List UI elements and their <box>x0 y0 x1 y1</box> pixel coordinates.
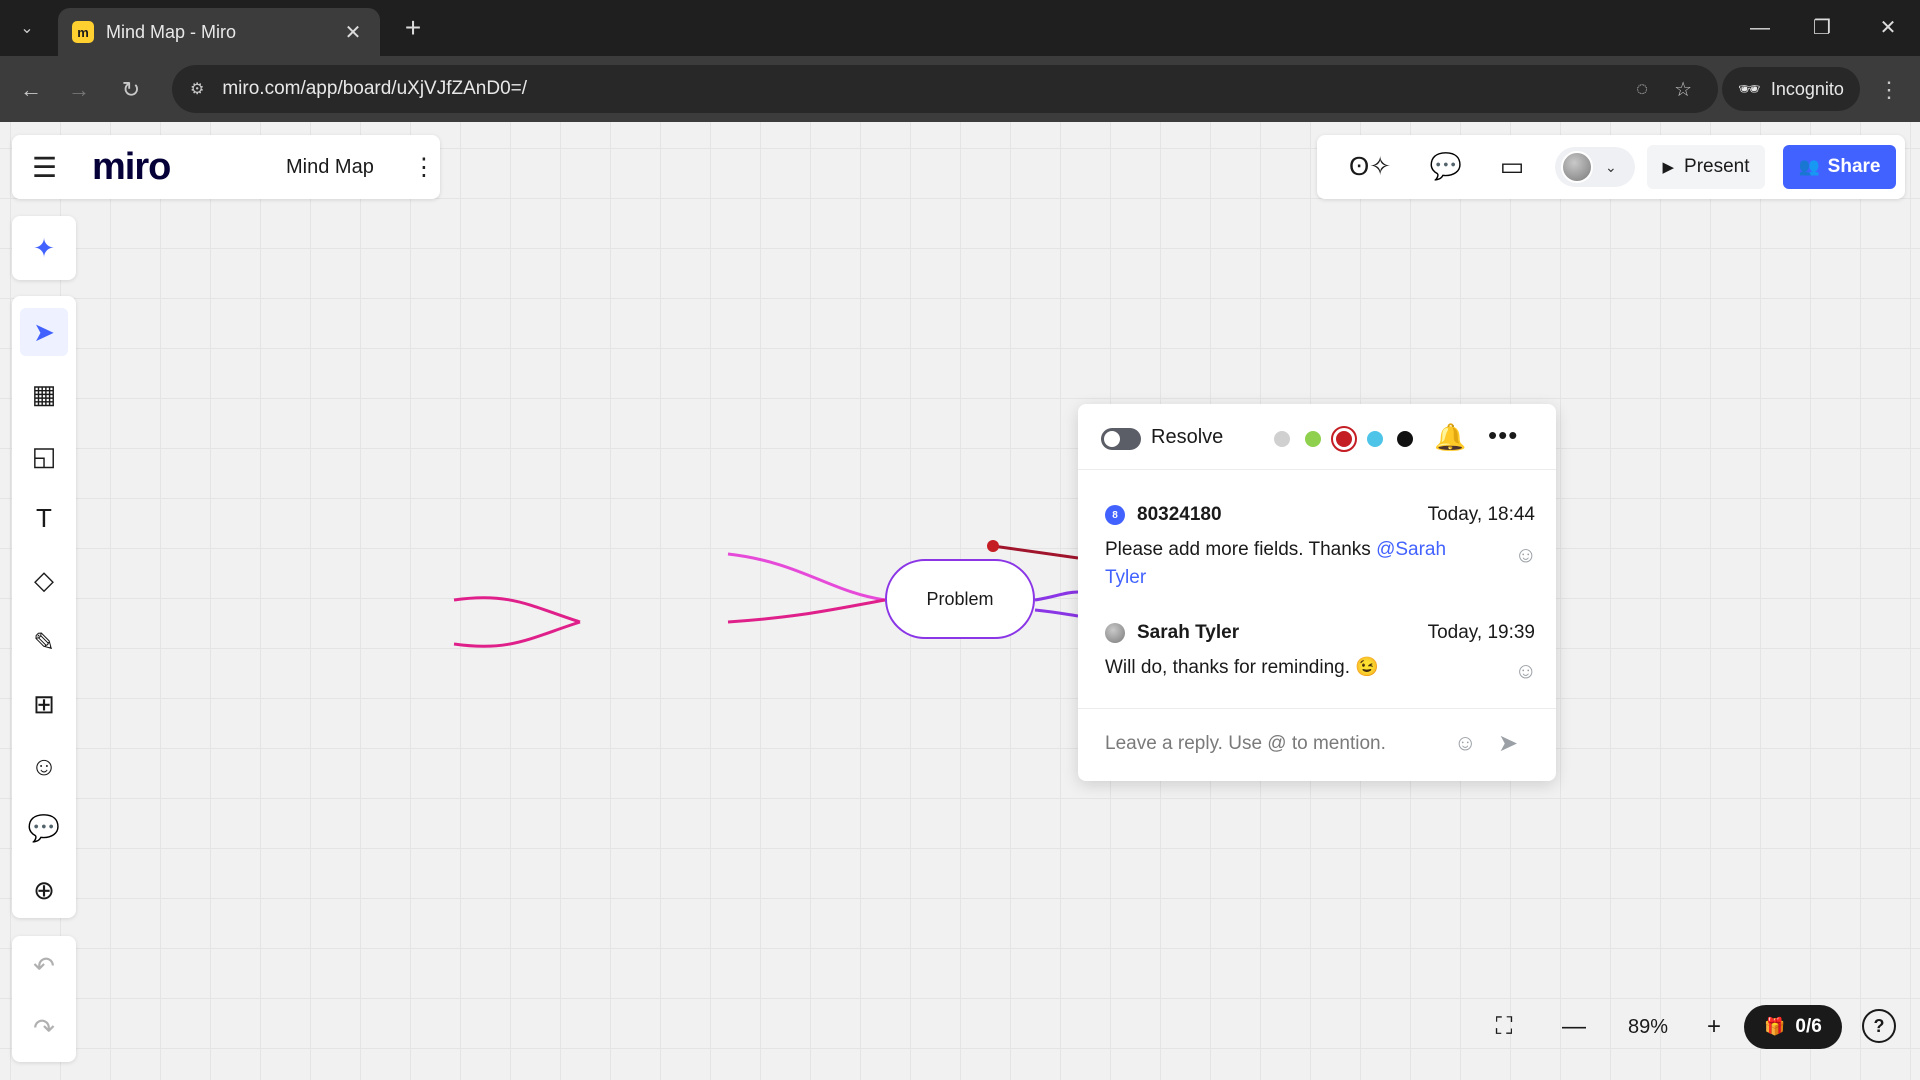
present-button[interactable]: ▶ Present <box>1647 145 1765 189</box>
chevron-down-icon: ⌄ <box>1605 158 1617 175</box>
main-menu-icon[interactable]: ☰ <box>32 151 82 184</box>
incognito-icon: 🕶 <box>1738 78 1761 99</box>
present-label: Present <box>1684 156 1750 177</box>
reply-input[interactable]: Leave a reply. Use @ to mention. <box>1105 733 1386 755</box>
comment-thread-panel: Resolve 🔔 ••• 8 80324180 Today, 18:44 Pl… <box>1078 404 1556 781</box>
miro-favicon-icon: m <box>72 21 94 43</box>
zoom-level[interactable]: 89% <box>1612 1007 1684 1047</box>
shapes-icon[interactable]: ◇ <box>20 556 68 604</box>
board-name[interactable]: Mind Map <box>286 156 374 179</box>
gift-icon: 🎁 <box>1764 1017 1786 1036</box>
comment-header: Resolve 🔔 ••• <box>1078 404 1556 470</box>
incognito-badge[interactable]: 🕶 Incognito <box>1722 67 1860 111</box>
eye-off-icon[interactable]: ◌ <box>1636 78 1648 101</box>
color-swatch-black[interactable] <box>1397 431 1413 447</box>
zoom-controls: ⛶ — 89% + 🎁 0/6 ? <box>1474 997 1904 1065</box>
back-icon[interactable]: ← <box>14 73 48 107</box>
reactions-icon[interactable]: ʘ✧ <box>1339 151 1401 183</box>
gift-counter-button[interactable]: 🎁 0/6 <box>1744 1005 1842 1049</box>
share-label: Share <box>1827 156 1881 177</box>
bookmark-star-icon[interactable]: ☆ <box>1674 77 1692 102</box>
share-people-icon: 👥 <box>1798 157 1820 176</box>
board-options-icon[interactable]: ⋮ <box>412 153 436 182</box>
stickers-icon[interactable]: ☺ <box>20 742 68 790</box>
color-swatch-red[interactable] <box>1331 426 1357 452</box>
tab-title: Mind Map - Miro <box>106 21 237 42</box>
comment-message: 8 80324180 Today, 18:44 Please add more … <box>1105 504 1537 592</box>
left-toolbar: ➤ ▦ ◱ T ◇ ✎ ⊞ ☺ 💬 ⊕ <box>12 296 76 918</box>
restore-icon[interactable]: ❐ <box>1802 12 1842 44</box>
comment-author: 80324180 <box>1137 504 1222 525</box>
comment-author: Sarah Tyler <box>1137 622 1240 643</box>
minimize-icon[interactable]: — <box>1740 12 1780 44</box>
board-header: ☰ miro Mind Map ⋮ <box>12 135 440 199</box>
sticky-note-icon[interactable]: ◱ <box>20 432 68 480</box>
bell-icon[interactable]: 🔔 <box>1434 422 1466 453</box>
resolve-label: Resolve <box>1151 426 1224 448</box>
zoom-out-icon[interactable]: — <box>1554 1007 1594 1047</box>
add-reaction-icon[interactable]: ☺ <box>1515 658 1537 684</box>
avatar <box>1561 151 1593 183</box>
text-tool-icon[interactable]: T <box>20 494 68 542</box>
browser-address-bar: ← → ↻ ⚙ miro.com/app/board/uXjVJfZAnD0=/… <box>0 56 1920 122</box>
comment-text-body: Please add more fields. Thanks <box>1105 539 1377 560</box>
mindmap-node-problem[interactable]: Problem <box>885 559 1035 639</box>
collaborators-menu[interactable]: ⌄ <box>1555 147 1635 187</box>
undo-redo-panel: ↶ ↷ <box>12 936 76 1062</box>
avatar: 8 <box>1105 505 1125 525</box>
url-text: miro.com/app/board/uXjVJfZAnD0=/ <box>222 78 528 99</box>
more-options-icon[interactable]: ••• <box>1488 420 1518 451</box>
url-field[interactable]: ⚙ miro.com/app/board/uXjVJfZAnD0=/ ◌ ☆ <box>172 65 1718 113</box>
new-tab-icon[interactable]: + <box>396 12 430 44</box>
play-icon: ▶ <box>1662 159 1675 176</box>
help-icon[interactable]: ? <box>1862 1009 1896 1043</box>
fit-to-screen-icon[interactable]: ⛶ <box>1484 1007 1524 1047</box>
ai-sparkle-icon[interactable]: ✦ <box>12 216 76 280</box>
redo-icon[interactable]: ↷ <box>20 1004 68 1052</box>
color-swatch-green[interactable] <box>1305 431 1321 447</box>
color-swatch-cyan[interactable] <box>1367 431 1383 447</box>
comment-message: Sarah Tyler Today, 19:39 Will do, thanks… <box>1105 622 1537 684</box>
frame-icon[interactable]: ⊞ <box>20 680 68 728</box>
reply-box[interactable]: Leave a reply. Use @ to mention. ☺ ➤ <box>1078 708 1556 781</box>
counter-value: 0/6 <box>1795 1016 1822 1037</box>
site-settings-icon[interactable]: ⚙ <box>190 79 204 99</box>
video-call-icon[interactable]: ▭ <box>1495 151 1529 183</box>
tab-list-chevron-icon[interactable]: ⌄ <box>8 10 46 46</box>
add-reaction-icon[interactable]: ☺ <box>1515 542 1537 568</box>
more-apps-icon[interactable]: ⊕ <box>20 866 68 914</box>
comment-text: Please add more fields. Thanks @Sarah Ty… <box>1105 536 1475 592</box>
share-button[interactable]: 👥 Share <box>1783 145 1896 189</box>
comments-chat-icon[interactable]: 💬 <box>1429 151 1463 183</box>
browser-tab-bar: ⌄ m Mind Map - Miro ✕ + — ❐ ✕ <box>0 0 1920 56</box>
incognito-label: Incognito <box>1770 78 1844 99</box>
forward-icon[interactable]: → <box>62 73 96 107</box>
comment-time: Today, 19:39 <box>1427 622 1535 643</box>
reload-icon[interactable]: ↻ <box>114 73 148 107</box>
resolve-toggle[interactable] <box>1101 428 1141 450</box>
select-tool-icon[interactable]: ➤ <box>20 308 68 356</box>
color-swatch-gray[interactable] <box>1274 431 1290 447</box>
miro-logo[interactable]: miro <box>92 146 242 189</box>
emoji-icon[interactable]: ☺ <box>1454 730 1476 756</box>
collaboration-toolbar: ʘ✧ 💬 ▭ ⌄ ▶ Present 👥 Share <box>1317 135 1905 199</box>
send-icon[interactable]: ➤ <box>1498 729 1518 758</box>
templates-icon[interactable]: ▦ <box>20 370 68 418</box>
tab-close-icon[interactable]: ✕ <box>340 20 366 45</box>
undo-icon[interactable]: ↶ <box>20 942 68 990</box>
zoom-in-icon[interactable]: + <box>1694 1007 1734 1047</box>
comment-tool-icon[interactable]: 💬 <box>20 804 68 852</box>
comment-time: Today, 18:44 <box>1427 504 1535 525</box>
avatar <box>1105 623 1125 643</box>
browser-tab[interactable]: m Mind Map - Miro ✕ <box>58 8 380 56</box>
window-close-icon[interactable]: ✕ <box>1868 12 1908 44</box>
comment-text: Will do, thanks for reminding. 😉 <box>1105 657 1379 678</box>
pen-icon[interactable]: ✎ <box>20 618 68 666</box>
browser-menu-icon[interactable]: ⋮ <box>1872 73 1906 107</box>
